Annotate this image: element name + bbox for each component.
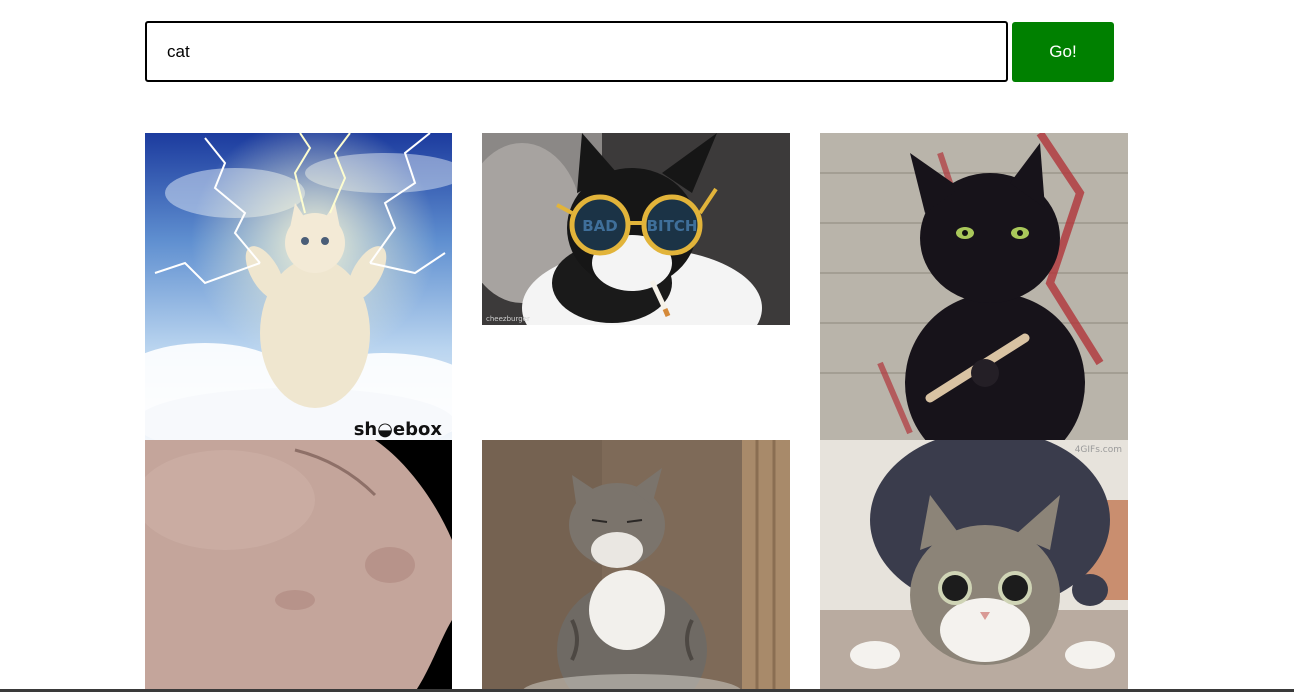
hand-closeup-image xyxy=(145,440,452,692)
result-gif-3[interactable] xyxy=(820,133,1128,440)
left-lens-text: BAD xyxy=(582,217,618,235)
result-gif-6[interactable]: 4GIFs.com xyxy=(820,440,1128,692)
result-gif-1[interactable]: sh◒ebox xyxy=(145,133,452,440)
search-input[interactable] xyxy=(145,21,1008,82)
result-gif-5[interactable] xyxy=(482,440,790,692)
shoebox-watermark: sh◒ebox xyxy=(354,419,443,440)
result-gif-2[interactable]: BAD BITCH cheezburger xyxy=(482,133,790,325)
4gifs-watermark: 4GIFs.com xyxy=(1075,445,1122,455)
cheezburger-watermark: cheezburger xyxy=(486,315,530,323)
go-button[interactable]: Go! xyxy=(1012,22,1114,82)
right-lens-text: BITCH xyxy=(647,217,698,235)
nail-file-cat-image xyxy=(820,133,1128,440)
search-bar: Go! xyxy=(145,21,1114,82)
tabby-cat-bowl-image xyxy=(482,440,790,692)
wide-eyed-cat-image: 4GIFs.com xyxy=(820,440,1128,692)
lightning-kitten-image: sh◒ebox xyxy=(145,133,452,440)
sunglasses-cat-image: BAD BITCH cheezburger xyxy=(482,133,790,325)
result-gif-4[interactable] xyxy=(145,440,452,692)
